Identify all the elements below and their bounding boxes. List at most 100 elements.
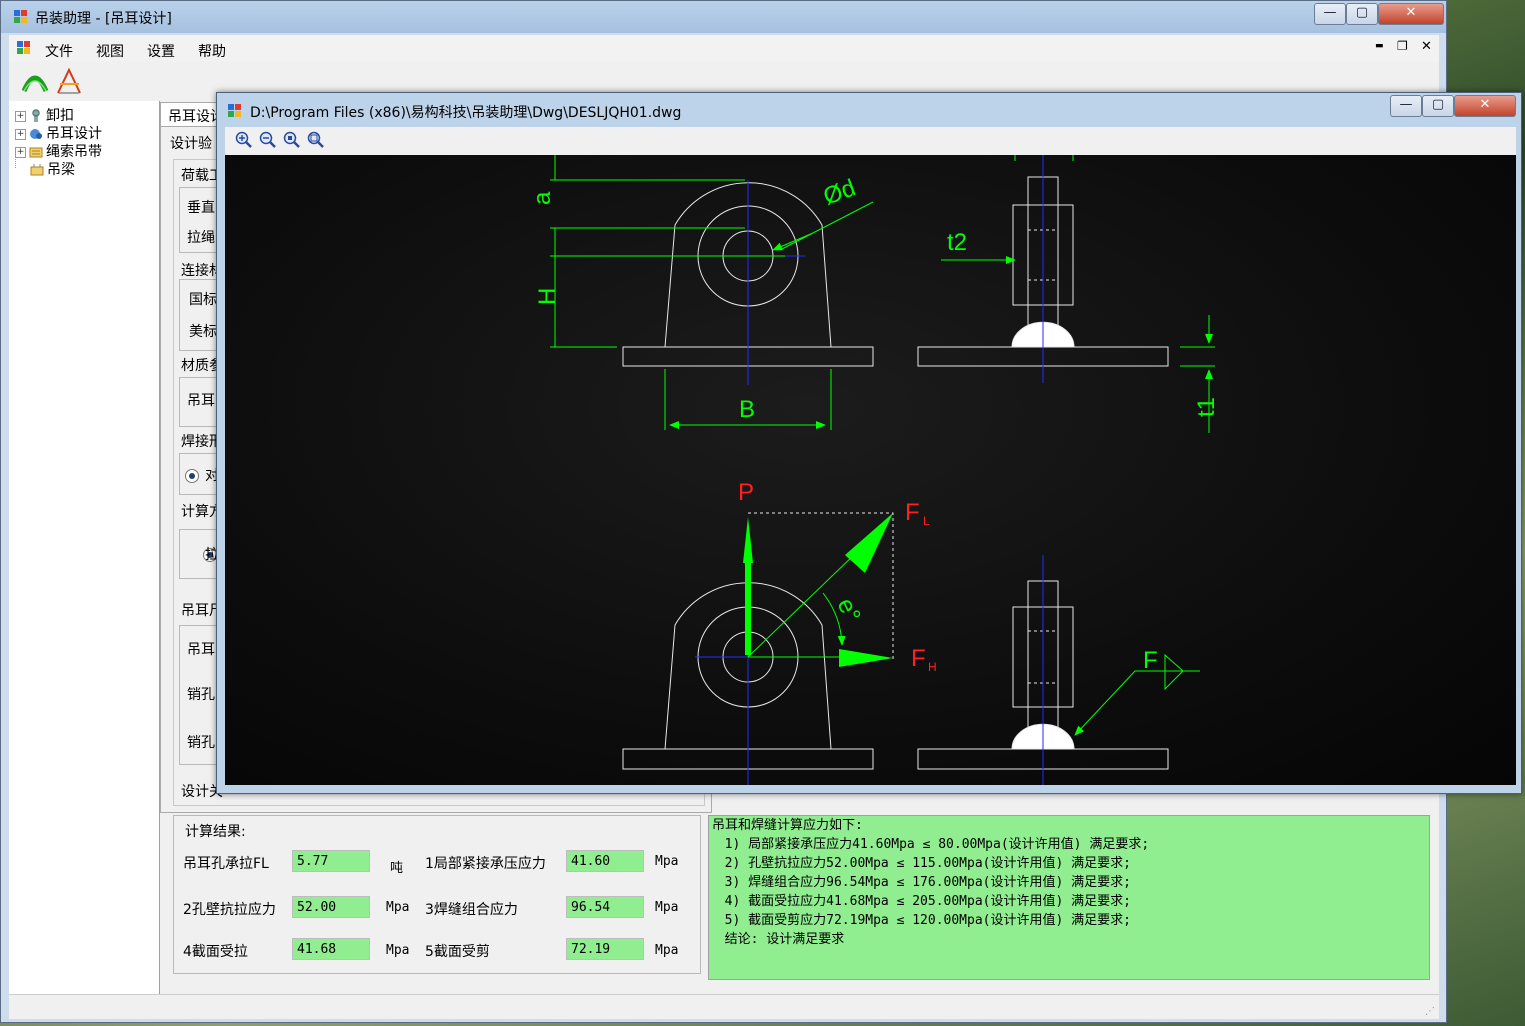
resize-grip-icon[interactable]: ⋰ (1425, 1006, 1435, 1017)
expand-icon[interactable]: + (15, 110, 26, 122)
menu-help[interactable]: 帮助 (198, 41, 226, 61)
lug-design-icon (29, 127, 43, 141)
status-bar: ⋰ (9, 994, 1439, 1019)
zoom-out-icon[interactable] (259, 131, 277, 149)
result-unit-hole-tension: Mpa (386, 900, 410, 915)
result-label-hole-tension: 2孔壁抗拉应力 (183, 902, 276, 918)
lug-size-row: 吊耳 (187, 642, 215, 658)
force-label-fh: F (911, 645, 926, 672)
lug-tool-icon[interactable] (55, 67, 83, 95)
drawing-canvas[interactable]: a Ød t2 H B t1 e° F P F L F H (225, 155, 1516, 785)
dwg-window-title: D:\Program Files (x86)\易构科技\吊装助理\Dwg\DES… (250, 105, 682, 121)
result-value-section-tension[interactable]: 41.68 (292, 938, 370, 960)
zoom-window-icon[interactable] (283, 131, 301, 149)
zoom-extents-icon[interactable] (307, 131, 325, 149)
tree-item-label: 吊梁 (47, 162, 75, 178)
pin-hole-row-2: 销孔 (187, 735, 215, 751)
rope-option[interactable]: 拉绳 (187, 227, 215, 247)
result-unit-section-shear: Mpa (655, 943, 679, 958)
tree-item-label: 卸扣 (46, 108, 74, 124)
sling-icon (29, 145, 43, 159)
result-value-weld[interactable]: 96.54 (566, 896, 644, 918)
app-icon (13, 9, 29, 25)
minimize-button[interactable]: — (1314, 3, 1346, 25)
menu-settings[interactable]: 设置 (147, 41, 175, 61)
result-line: 3) 焊缝组合应力96.54Mpa ≤ 176.00Mpa(设计许用值) 满足要… (709, 875, 1131, 890)
mdi-restore-button[interactable]: ❐ (1397, 39, 1408, 53)
tree-item-shackle[interactable]: + 卸扣 (15, 105, 74, 124)
result-unit-section-tension: Mpa (386, 943, 410, 958)
force-label-f: F (1143, 647, 1158, 674)
expand-icon[interactable]: + (15, 146, 26, 158)
form-tab-header: 吊耳设计 (160, 102, 224, 127)
mdi-minimize-button[interactable]: ▬ (1375, 41, 1384, 51)
menu-file[interactable]: 文件 (45, 41, 73, 61)
window-title: 吊装助理 - [吊耳设计] (35, 11, 172, 27)
result-line: 4) 截面受拉应力41.68Mpa ≤ 205.00Mpa(设计许用值) 满足要… (709, 894, 1131, 909)
result-line: 5) 截面受剪应力72.19Mpa ≤ 120.00Mpa(设计许用值) 满足要… (709, 913, 1131, 928)
force-label-fl: F (905, 499, 920, 526)
result-label-section-tension: 4截面受拉 (183, 944, 248, 960)
beam-icon (30, 163, 44, 177)
dim-label-h: H (534, 288, 561, 305)
close-button[interactable]: ✕ (1378, 3, 1444, 25)
dwg-toolbar (225, 127, 1516, 155)
result-textbox[interactable]: 吊耳和焊缝计算应力如下: 1) 局部紧接承压应力41.60Mpa ≤ 80.00… (708, 815, 1430, 980)
result-line: 2) 孔壁抗拉应力52.00Mpa ≤ 115.00Mpa(设计许用值) 满足要… (709, 856, 1131, 871)
force-label-fl-sub: L (923, 514, 930, 528)
results-group: 计算结果: 吊耳孔承拉FL 5.77 吨 1局部紧接承压应力 41.60 Mpa… (173, 815, 701, 974)
result-label-fl: 吊耳孔承拉FL (183, 856, 269, 872)
gb-option[interactable]: 国标 (189, 289, 217, 309)
mdi-close-button[interactable]: ✕ (1421, 39, 1432, 54)
angle-label: e° (832, 594, 866, 626)
dim-label-d: Ød (820, 174, 859, 210)
results-title: 计算结果: (185, 824, 246, 840)
result-line: 1) 局部紧接承压应力41.60Mpa ≤ 80.00Mpa(设计许用值) 满足… (709, 837, 1150, 852)
pin-hole-row-1: 销孔 (187, 687, 215, 703)
menu-view[interactable]: 视图 (96, 41, 124, 61)
shackle-tool-icon[interactable] (21, 67, 49, 95)
result-line: 结论: 设计满足要求 (709, 932, 845, 947)
result-unit-weld: Mpa (655, 900, 679, 915)
tree-line (15, 159, 27, 168)
tree-item-label: 绳索吊带 (46, 144, 102, 160)
result-unit-fl: 吨 (390, 861, 404, 876)
dwg-close-button[interactable]: ✕ (1454, 95, 1516, 117)
result-value-section-shear[interactable]: 72.19 (566, 938, 644, 960)
tree-item-beam[interactable]: 吊梁 (15, 159, 75, 178)
maximize-button[interactable]: ▢ (1346, 3, 1378, 25)
dim-label-t1: t1 (1193, 397, 1220, 417)
dwg-minimize-button[interactable]: — (1390, 95, 1422, 117)
mdi-child-icon (17, 41, 31, 59)
dwg-viewer-window: D:\Program Files (x86)\易构科技\吊装助理\Dwg\DES… (216, 92, 1522, 794)
result-label-section-shear: 5截面受剪 (425, 944, 490, 960)
result-label-weld: 3焊缝组合应力 (425, 902, 518, 918)
expand-icon[interactable]: + (15, 128, 26, 140)
weld-radio[interactable] (185, 468, 199, 483)
us-option[interactable]: 美标 (189, 321, 217, 341)
navigation-tree: + 卸扣 + 吊耳设计 + 绳索吊带 吊梁 (9, 101, 160, 994)
tree-item-lug-design[interactable]: + 吊耳设计 (15, 123, 102, 142)
menu-bar: 文件 视图 设置 帮助 ▬ ❐ ✕ (9, 35, 1439, 61)
dwg-title-bar: D:\Program Files (x86)\易构科技\吊装助理\Dwg\DES… (217, 93, 1521, 127)
dim-label-b: B (739, 396, 755, 423)
result-unit-bearing: Mpa (655, 854, 679, 869)
title-bar: 吊装助理 - [吊耳设计] — ▢ ✕ (1, 1, 1446, 33)
result-line: 吊耳和焊缝计算应力如下: (712, 818, 863, 833)
lug-material-label: 吊耳 (187, 393, 215, 409)
dwg-app-icon (227, 103, 243, 119)
result-value-fl[interactable]: 5.77 (292, 850, 370, 872)
zoom-in-icon[interactable] (235, 131, 253, 149)
result-value-bearing[interactable]: 41.60 (566, 850, 644, 872)
lug-drawing: a Ød t2 H B t1 e° F P F L F H (529, 155, 1220, 785)
vertical-option[interactable]: 垂直 (187, 197, 215, 217)
tree-item-sling[interactable]: + 绳索吊带 (15, 141, 102, 160)
force-label-p: P (738, 479, 754, 506)
shackle-icon (29, 109, 43, 123)
result-value-hole-tension[interactable]: 52.00 (292, 896, 370, 918)
dwg-maximize-button[interactable]: ▢ (1422, 95, 1454, 117)
dim-label-a: a (529, 191, 556, 205)
force-label-fh-sub: H (928, 660, 937, 674)
dim-label-t2: t2 (947, 229, 967, 256)
tree-item-label: 吊耳设计 (46, 126, 102, 142)
